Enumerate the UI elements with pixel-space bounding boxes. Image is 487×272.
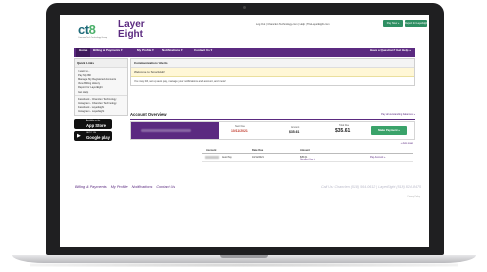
main-content: Communication / Alerts Welcome to SmartH… bbox=[130, 58, 415, 162]
sidebar: Quick Links I want to... Pay My Bill Man… bbox=[74, 58, 128, 143]
row-date-due: 10/11/2021 bbox=[252, 155, 264, 159]
laptop-screen: ct8 CommonTech Technology Group Layer Ei… bbox=[60, 15, 429, 247]
communication-alerts-panel: Communication / Alerts Welcome to SmartH… bbox=[130, 58, 415, 86]
nav-contact-us[interactable]: Contact Us ▾ bbox=[194, 48, 212, 57]
laptop-notch bbox=[220, 255, 268, 258]
welcome-banner: Welcome to SmartHub! bbox=[131, 68, 414, 77]
layer-eight-logo-line1: Layer bbox=[118, 19, 145, 30]
auto-loan-link[interactable]: + Auto Loan bbox=[401, 143, 413, 145]
make-payment-button[interactable]: Make Payment » bbox=[371, 126, 407, 135]
ct8-logo-subtitle: CommonTech Technology Group bbox=[78, 37, 108, 39]
google-play-badge[interactable]: ▶ GET IT ON Google play bbox=[74, 130, 112, 141]
footer-billing-link[interactable]: Billing & Payments bbox=[75, 185, 107, 189]
app-store-badge[interactable]: Available on the App Store bbox=[74, 118, 112, 129]
social-link-instagram-layer-eight[interactable]: Instagram - LayerEight bbox=[75, 110, 127, 114]
next-due-value: 10/11/2021 bbox=[231, 129, 248, 133]
footer-privacy-link[interactable]: Privacy Policy bbox=[408, 196, 420, 198]
laptop-mockup: ct8 CommonTech Technology Group Layer Ei… bbox=[0, 0, 487, 272]
communication-header: Communication / Alerts bbox=[131, 59, 414, 68]
row-amount-link[interactable]: Uncollect Your » bbox=[300, 159, 315, 161]
col-date-due: Date Due bbox=[252, 149, 264, 152]
redacted-account-number bbox=[205, 156, 219, 159]
site-header: ct8 CommonTech Technology Group Layer Ei… bbox=[60, 15, 429, 48]
ct8-logo[interactable]: ct8 bbox=[78, 22, 96, 37]
main-nav: Home Billing & Payments ▾ My Profile ▾ N… bbox=[74, 48, 415, 57]
next-due-label: Next Due bbox=[235, 125, 245, 128]
overview-divider bbox=[130, 119, 415, 120]
layer-eight-logo-line2: Eight bbox=[118, 29, 143, 40]
quick-links-box: Quick Links I want to... Pay My Bill Man… bbox=[74, 58, 128, 116]
get-help-link[interactable]: Have a Question? Get Help » bbox=[370, 48, 411, 57]
accounts-table: Account Date Due Amount Auto Pay 10/11/2… bbox=[202, 148, 413, 162]
nav-notifications[interactable]: Notifications ▾ bbox=[162, 48, 183, 57]
webcam bbox=[243, 6, 246, 9]
redacted-account-name bbox=[141, 129, 191, 132]
quick-links-title: Quick Links bbox=[75, 59, 127, 68]
account-overview-title: Account Overview bbox=[130, 112, 167, 117]
nav-billing-payments[interactable]: Billing & Payments ▾ bbox=[93, 48, 123, 57]
account-summary-bar: Next Due 10/11/2021 Amount $35.61 Total … bbox=[130, 121, 415, 140]
laptop-shadow bbox=[30, 263, 458, 267]
nav-my-profile[interactable]: My Profile ▾ bbox=[137, 48, 154, 57]
top-utility-links[interactable]: Log Out | Chanclen Technology.com | Help… bbox=[256, 23, 330, 26]
col-account: Account bbox=[206, 149, 217, 152]
footer-links: Billing & Payments My Profile Notificati… bbox=[75, 185, 178, 189]
footer-contact-link[interactable]: Contact Us bbox=[156, 185, 175, 189]
col-amount: Amount bbox=[300, 149, 310, 152]
pay-account-link[interactable]: Pay Account » bbox=[370, 156, 385, 159]
total-due-value: $35.61 bbox=[335, 128, 351, 134]
footer-profile-link[interactable]: My Profile bbox=[111, 185, 128, 189]
footer-notifications-link[interactable]: Notifications bbox=[132, 185, 153, 189]
account-name-block bbox=[131, 122, 219, 139]
total-due-label: Total Due bbox=[339, 124, 350, 127]
play-icon: ▶ bbox=[77, 132, 81, 139]
row-autopay: Auto Pay bbox=[222, 155, 232, 159]
pay-all-balances-link[interactable]: Pay all outstanding balances » bbox=[381, 113, 415, 116]
amount-value: $35.61 bbox=[289, 130, 300, 134]
amount-label: Amount bbox=[291, 126, 300, 129]
footer-contact-numbers: Call Us: Chanclen (518) 564-0612 | Layer… bbox=[320, 185, 421, 189]
report-layer-eight-button[interactable]: Report for LayerEight » bbox=[405, 20, 427, 27]
nav-home[interactable]: Home bbox=[76, 48, 91, 57]
pay-now-button[interactable]: Pay Now » bbox=[383, 20, 403, 27]
table-row: Auto Pay 10/11/2021 $35.61 Uncollect You… bbox=[202, 154, 413, 162]
quick-link-get-help[interactable]: Get Help bbox=[75, 90, 127, 94]
welcome-text: You may bill, set up auto pay, manage yo… bbox=[134, 79, 226, 83]
